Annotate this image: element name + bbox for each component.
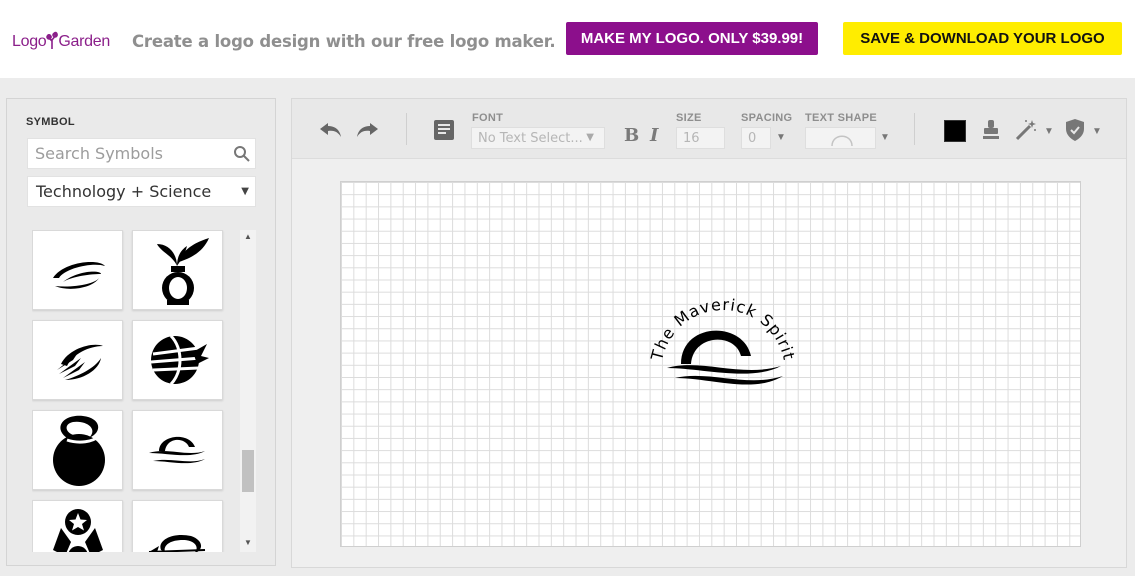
- text-edit-icon[interactable]: [433, 119, 455, 141]
- shield-icon[interactable]: [1063, 117, 1087, 143]
- spacing-input[interactable]: 0: [741, 127, 771, 149]
- symbol-panel: SYMBOL Technology + Science ▼: [6, 98, 276, 566]
- symbol-tile-plant[interactable]: [132, 230, 223, 310]
- save-download-button[interactable]: SAVE & DOWNLOAD YOUR LOGO: [843, 22, 1122, 55]
- search-box: [27, 138, 256, 169]
- category-value: Technology + Science: [36, 182, 212, 201]
- stamp-icon[interactable]: [980, 118, 1002, 142]
- size-input[interactable]: 16: [676, 127, 725, 149]
- editor-toolbar: FONT No Text Select... ▼ B I SIZE 16 SPA…: [292, 99, 1126, 159]
- symbol-grid: [32, 230, 228, 552]
- spiral-bulb-icon: [52, 415, 105, 486]
- plant-vase-icon: [156, 238, 209, 305]
- magic-wand-icon[interactable]: [1014, 118, 1038, 142]
- text-shape-label: TEXT SHAPE: [805, 112, 878, 124]
- chevron-down-icon: ▼: [241, 186, 249, 197]
- chevron-down-icon[interactable]: ▼: [776, 132, 786, 143]
- chevron-down-icon[interactable]: ▼: [880, 132, 890, 143]
- chevron-down-icon: ▼: [586, 132, 594, 143]
- category-select[interactable]: Technology + Science ▼: [27, 176, 256, 207]
- logo-garden-logo[interactable]: Logo Garden: [12, 26, 110, 56]
- logo-artwork[interactable]: The Maverick Spirit: [631, 282, 811, 402]
- font-value: No Text Select...: [478, 130, 583, 146]
- text-shape-select[interactable]: [805, 127, 876, 149]
- chevron-down-icon[interactable]: ▼: [1092, 126, 1102, 137]
- search-icon[interactable]: [233, 145, 251, 163]
- symbol-tile-spiral[interactable]: [32, 410, 123, 490]
- logo-text: Logo Garden: [12, 31, 110, 50]
- logo-curved-text: The Maverick Spirit: [647, 295, 799, 363]
- symbol-tile-arrow-orbit[interactable]: [132, 500, 223, 552]
- symbol-scrollbar[interactable]: ▲ ▼: [240, 230, 256, 552]
- editor-panel: FONT No Text Select... ▼ B I SIZE 16 SPA…: [291, 98, 1127, 568]
- symbol-tile-sunrise[interactable]: [132, 410, 223, 490]
- comet-streak-icon: [56, 344, 103, 380]
- chevron-down-icon[interactable]: ▼: [1044, 126, 1054, 137]
- header: Logo Garden Create a logo design with our…: [0, 0, 1135, 78]
- symbol-tile-figure[interactable]: [32, 500, 123, 552]
- design-canvas[interactable]: The Maverick Spirit: [340, 181, 1081, 547]
- size-label: SIZE: [676, 112, 702, 124]
- symbol-tile-globe[interactable]: [132, 320, 223, 400]
- scroll-thumb[interactable]: [242, 450, 254, 492]
- tree-icon: [46, 31, 59, 49]
- font-select[interactable]: No Text Select... ▼: [471, 127, 605, 149]
- arrow-orbit-icon: [148, 535, 205, 552]
- toolbar-divider: [914, 113, 915, 145]
- symbol-tile-comet[interactable]: [32, 320, 123, 400]
- scroll-up-arrow-icon[interactable]: ▲: [240, 232, 256, 244]
- undo-icon[interactable]: [318, 119, 344, 141]
- wave-bottom-icon: [675, 375, 783, 385]
- spacing-label: SPACING: [741, 112, 793, 124]
- make-my-logo-button[interactable]: MAKE MY LOGO. ONLY $39.99!: [566, 22, 818, 55]
- scroll-down-arrow-icon[interactable]: ▼: [240, 538, 256, 550]
- swoosh-orbit-icon: [52, 262, 105, 289]
- redo-icon[interactable]: [354, 119, 380, 141]
- toolbar-divider: [406, 113, 407, 145]
- striped-globe-icon: [150, 334, 209, 386]
- italic-button[interactable]: I: [650, 125, 658, 146]
- sunrise-waves-icon: [148, 436, 205, 464]
- search-symbols-input[interactable]: [28, 139, 228, 168]
- font-label: FONT: [472, 112, 504, 124]
- tagline: Create a logo design with our free logo …: [132, 32, 556, 51]
- wave-top-icon: [667, 365, 781, 374]
- symbol-tile-swoosh[interactable]: [32, 230, 123, 310]
- sunrise-arc-icon: [681, 330, 751, 364]
- arch-shape-icon: [831, 135, 853, 147]
- symbol-title: SYMBOL: [26, 116, 75, 128]
- color-swatch[interactable]: [944, 120, 966, 142]
- bold-button[interactable]: B: [624, 125, 639, 146]
- star-figure-icon: [52, 509, 103, 552]
